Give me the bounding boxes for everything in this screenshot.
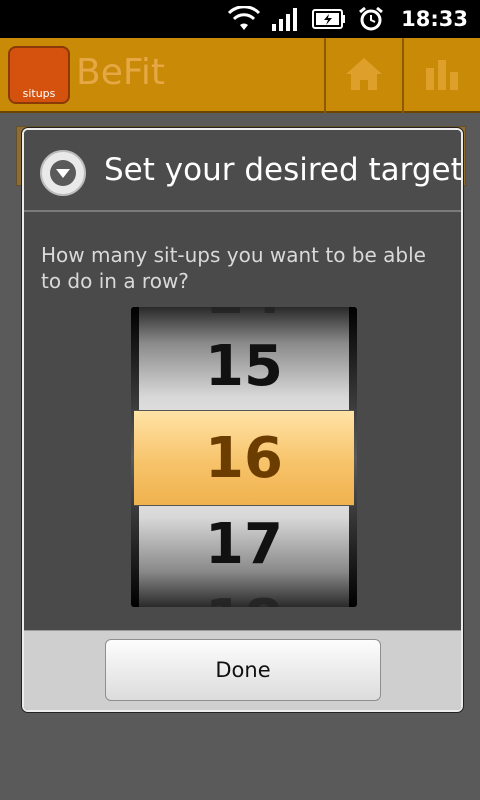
target-dialog: Set your desired target How many sit-ups… — [22, 128, 463, 712]
picker-value-partial-below[interactable]: 18 — [134, 593, 354, 608]
dialog-header: Set your desired target — [24, 130, 461, 212]
clock-time: 18:33 — [401, 7, 468, 31]
battery-charging-icon — [311, 6, 347, 32]
signal-icon — [271, 6, 301, 32]
number-picker[interactable]: 14 15 16 17 18 — [131, 307, 357, 607]
picker-value-above[interactable]: 15 — [134, 325, 354, 409]
action-bar: situps BeFit — [0, 38, 480, 113]
status-icons: 18:33 — [227, 0, 468, 38]
home-icon — [342, 54, 386, 98]
picker-value-partial-above[interactable]: 14 — [134, 307, 354, 323]
dialog-footer: Done — [24, 630, 461, 710]
status-bar: 18:33 — [0, 0, 480, 38]
picker-value-below[interactable]: 17 — [134, 503, 354, 587]
logo-text: situps — [22, 87, 56, 100]
app-title: BeFit — [76, 52, 166, 93]
done-button[interactable]: Done — [105, 639, 381, 701]
wifi-icon — [227, 6, 261, 32]
chevron-down-circle-icon — [40, 150, 86, 196]
dialog-message: How many sit-ups you want to be able to … — [41, 243, 426, 293]
alarm-icon — [357, 5, 385, 33]
home-button[interactable] — [324, 38, 402, 113]
stats-button[interactable] — [402, 38, 480, 113]
app-logo: situps — [8, 46, 70, 104]
stats-icon — [422, 54, 462, 98]
dialog-title: Set your desired target — [104, 152, 463, 188]
picker-value-selected[interactable]: 16 — [134, 410, 354, 506]
